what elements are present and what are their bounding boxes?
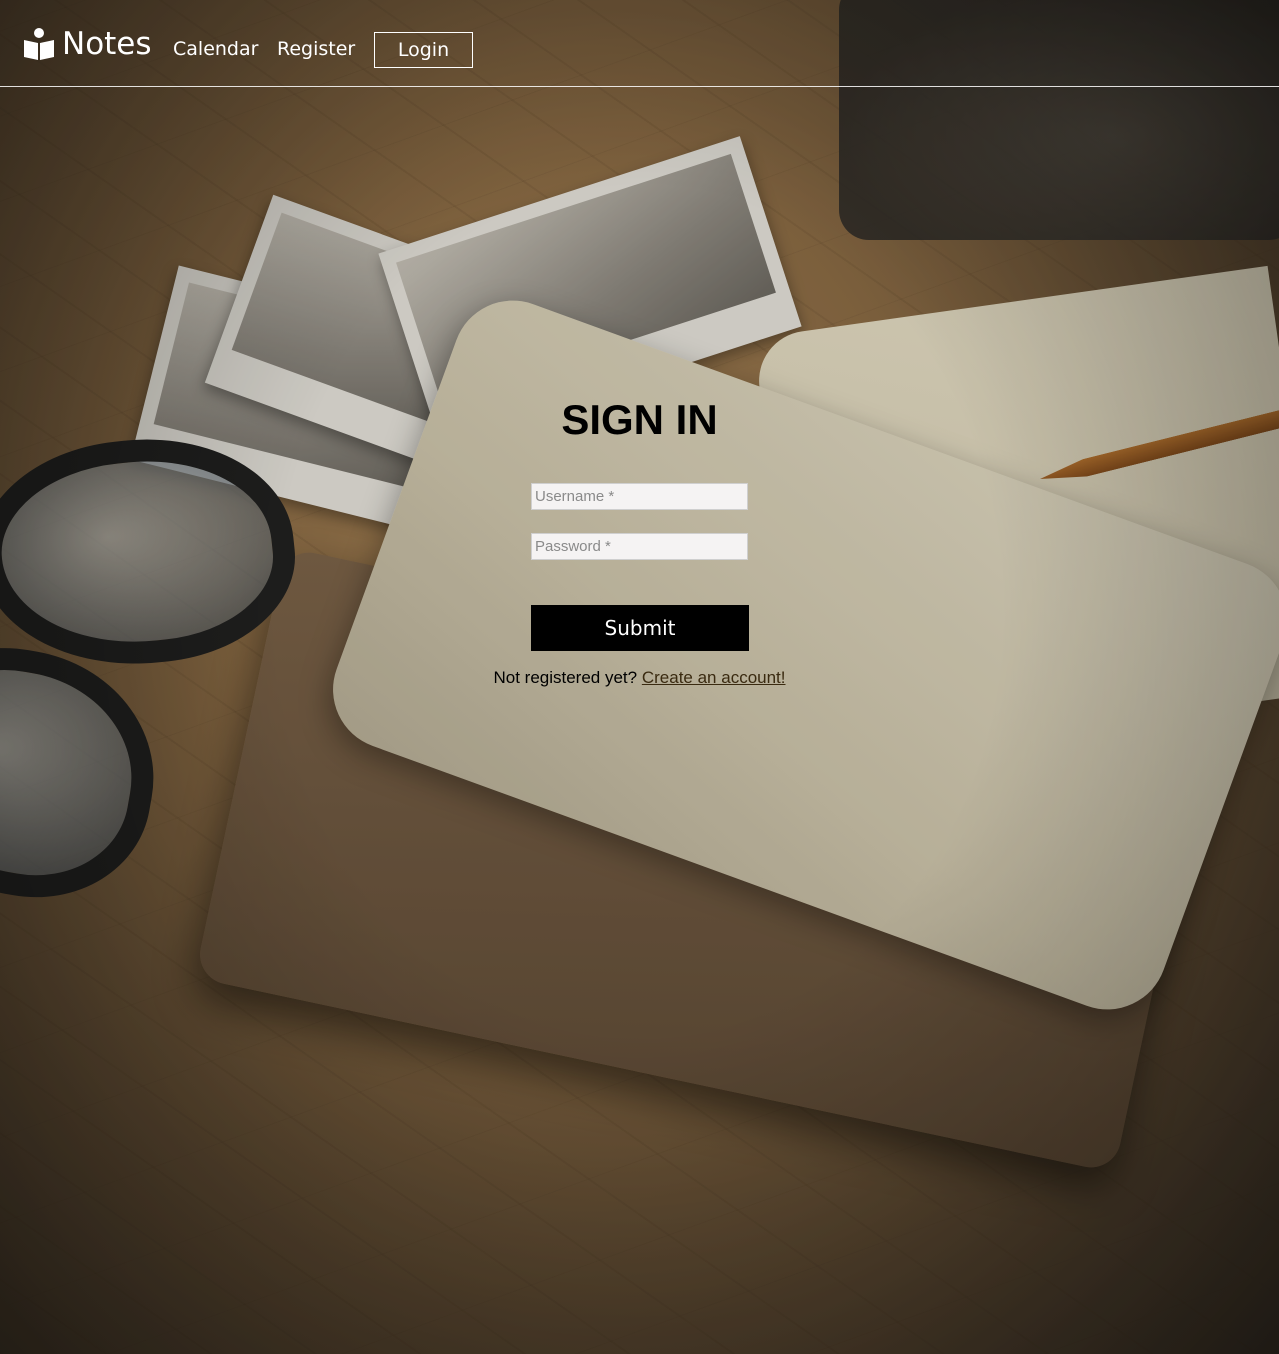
page: Notes Calendar Register Login SIGN IN Su… [0, 0, 1279, 1354]
page-title: SIGN IN [561, 396, 718, 443]
register-prompt-line: Not registered yet? Create an account! [0, 668, 1279, 688]
nav-register-link[interactable]: Register [277, 38, 355, 60]
nav-login-label: Login [397, 39, 450, 61]
username-input[interactable] [531, 483, 748, 510]
submit-label: Submit [604, 616, 676, 640]
submit-button[interactable]: Submit [531, 605, 749, 651]
nav-calendar-link[interactable]: Calendar [173, 38, 258, 60]
reading-person-icon [22, 27, 56, 61]
brand-link[interactable]: Notes [22, 26, 152, 62]
create-account-link[interactable]: Create an account! [642, 668, 786, 687]
register-prompt-text: Not registered yet? [493, 668, 638, 687]
nav-login-button[interactable]: Login [374, 32, 473, 68]
password-input[interactable] [531, 533, 748, 560]
brand-label: Notes [62, 26, 152, 62]
top-navbar: Notes Calendar Register Login [0, 0, 1279, 87]
